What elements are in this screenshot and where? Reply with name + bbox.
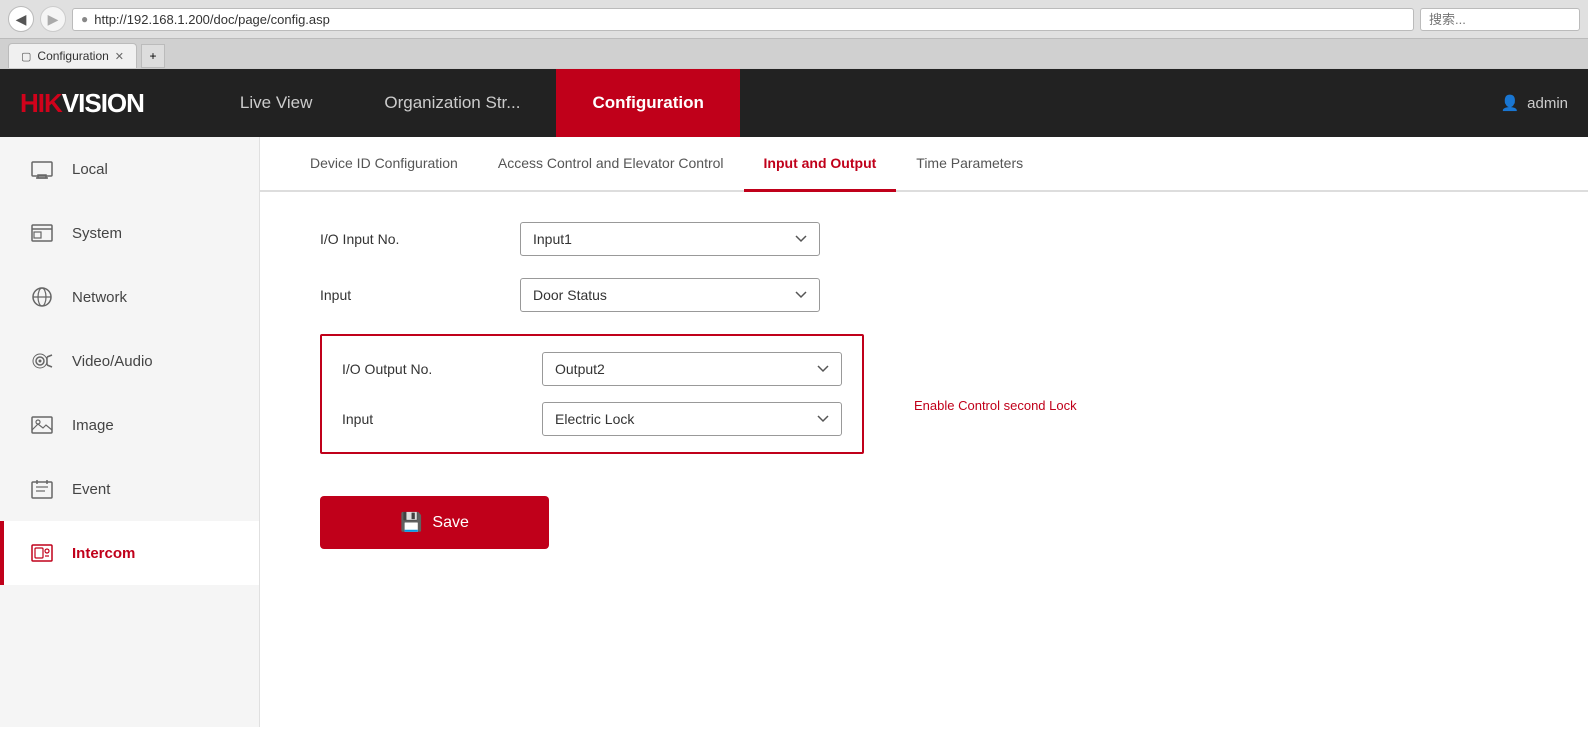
search-input[interactable] [1420,8,1580,31]
tab-icon: ▢ [21,50,31,63]
sidebar-item-intercom[interactable]: Intercom [0,521,259,585]
browser-chrome: ◀ ▶ ● ▢ Configuration ✕ + [0,0,1588,69]
sidebar-label-event: Event [72,481,110,498]
tab-close-button[interactable]: ✕ [115,50,124,63]
video-audio-icon [28,347,56,375]
sidebar: Local System Network Video/Audio [0,137,260,727]
local-icon [28,155,56,183]
tab-device-id[interactable]: Device ID Configuration [290,137,478,192]
nav-org-str[interactable]: Organization Str... [348,69,556,137]
io-output-select[interactable]: Output1 Output2 Output3 [542,352,842,386]
output-input-label: Input [342,411,522,427]
back-button[interactable]: ◀ [8,6,34,32]
tab-title: Configuration [37,49,108,63]
intercom-icon [28,539,56,567]
sidebar-label-image: Image [72,417,114,434]
save-button[interactable]: 💾 Save [320,496,549,549]
top-nav: HIKVISION Live View Organization Str... … [0,69,1588,137]
main-layout: Local System Network Video/Audio [0,137,1588,727]
save-icon: 💾 [400,512,422,533]
logo-hik: HIK [20,88,62,118]
input-door-row: Input Door Status Electric Lock None [320,278,1528,312]
nav-links: Live View Organization Str... Configurat… [204,69,1501,137]
sidebar-label-video-audio: Video/Audio [72,353,153,370]
sidebar-item-network[interactable]: Network [0,265,259,329]
event-icon [28,475,56,503]
address-input[interactable] [94,12,1405,27]
output-input-select[interactable]: Electric Lock Door Status None [542,402,842,436]
network-icon [28,283,56,311]
sidebar-item-system[interactable]: System [0,201,259,265]
image-icon [28,411,56,439]
tab-input-output[interactable]: Input and Output [744,137,897,192]
sidebar-item-local[interactable]: Local [0,137,259,201]
user-icon: 👤 [1500,94,1519,112]
nav-live-view[interactable]: Live View [204,69,348,137]
nav-configuration[interactable]: Configuration [556,69,739,137]
io-output-row: I/O Output No. Output1 Output2 Output3 [342,352,842,386]
sidebar-label-system: System [72,225,122,242]
sidebar-label-intercom: Intercom [72,545,135,562]
logo: HIKVISION [20,88,144,119]
logo-vision: VISION [62,88,144,118]
sidebar-label-network: Network [72,289,127,306]
sidebar-item-video-audio[interactable]: Video/Audio [0,329,259,393]
tab-access-control[interactable]: Access Control and Elevator Control [478,137,744,192]
io-output-label: I/O Output No. [342,361,522,377]
sidebar-item-image[interactable]: Image [0,393,259,457]
new-tab-button[interactable]: + [141,44,165,68]
address-bar: ● [72,8,1414,31]
browser-toolbar: ◀ ▶ ● [0,0,1588,39]
io-input-select[interactable]: Input1 Input2 Input3 [520,222,820,256]
red-section-wrapper: I/O Output No. Output1 Output2 Output3 I… [320,334,1528,476]
sidebar-item-event[interactable]: Event [0,457,259,521]
output-input-row: Input Electric Lock Door Status None [342,402,842,436]
tab-bar: ▢ Configuration ✕ + [0,39,1588,68]
input-door-label: Input [320,287,500,303]
nav-user: 👤 admin [1500,94,1568,112]
form-area: I/O Input No. Input1 Input2 Input3 Input… [260,192,1588,579]
tab-time-params[interactable]: Time Parameters [896,137,1043,192]
sidebar-label-local: Local [72,161,108,178]
app-wrapper: HIKVISION Live View Organization Str... … [0,69,1588,729]
browser-tab[interactable]: ▢ Configuration ✕ [8,43,137,68]
system-icon [28,219,56,247]
save-label: Save [432,514,468,532]
lock-icon: ● [81,12,88,26]
username: admin [1527,95,1568,112]
input-door-select[interactable]: Door Status Electric Lock None [520,278,820,312]
tabs-bar: Device ID Configuration Access Control a… [260,137,1588,192]
enable-control-label: Enable Control second Lock [914,398,1077,413]
io-input-label: I/O Input No. [320,231,500,247]
io-input-row: I/O Input No. Input1 Input2 Input3 [320,222,1528,256]
content-area: Device ID Configuration Access Control a… [260,137,1588,727]
forward-button[interactable]: ▶ [40,6,66,32]
red-bordered-section: I/O Output No. Output1 Output2 Output3 I… [320,334,864,454]
